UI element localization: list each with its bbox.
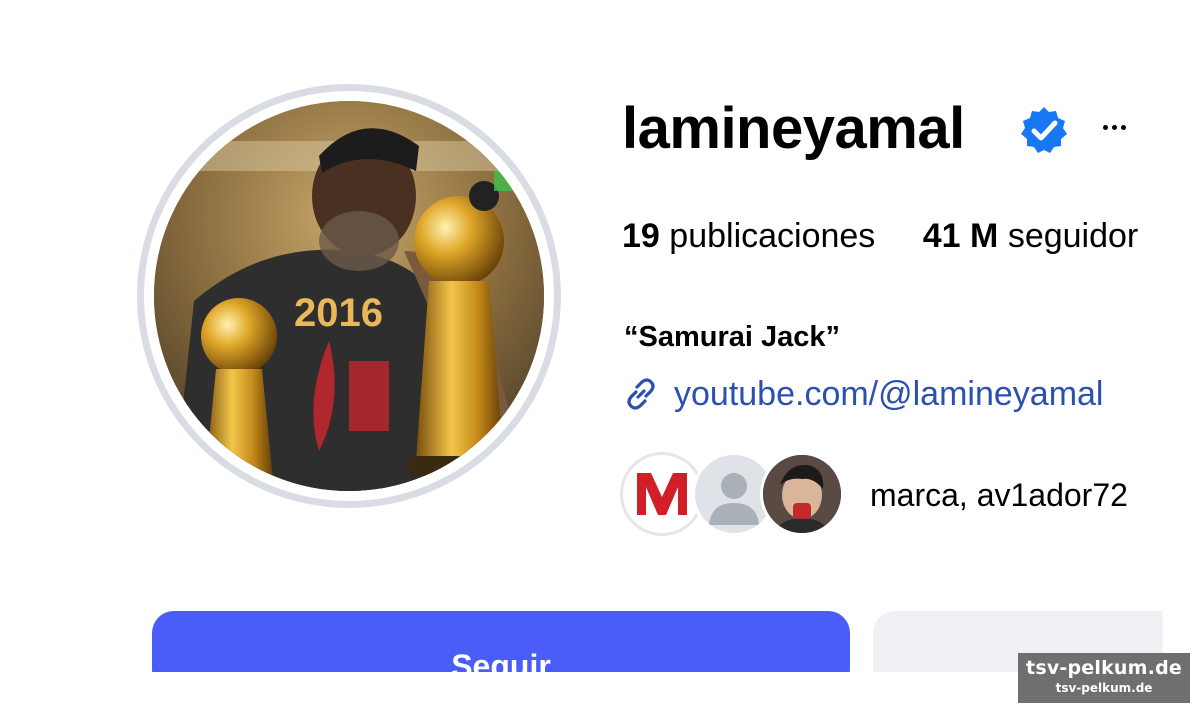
avatar-photo-illustration: 2016 xyxy=(154,101,544,491)
user-photo-avatar xyxy=(760,452,844,536)
watermark-line-2: tsv-pelkum.de xyxy=(1055,681,1153,695)
profile-avatar-photo: 2016 xyxy=(154,101,544,491)
bio-name: “Samurai Jack” xyxy=(624,321,841,353)
marca-logo xyxy=(637,473,687,515)
bio-link[interactable]: youtube.com/@lamineyamal xyxy=(622,370,1103,418)
link-icon xyxy=(627,378,655,410)
profile-avatar-ring[interactable]: 2016 xyxy=(137,84,561,508)
posts-stat[interactable]: 19 publicaciones xyxy=(622,214,875,258)
user-photo xyxy=(763,455,841,533)
followed-by-text: marca, av1ador72 xyxy=(870,477,1128,513)
page: 2016 lamineyamal 19 publicaciones 41 M s… xyxy=(0,0,1200,708)
more-dot xyxy=(1102,124,1108,130)
watermark: tsv-pelkum.de tsv-pelkum.de xyxy=(1018,653,1190,703)
shirt-print-text: 2016 xyxy=(294,291,383,335)
followers-stat[interactable]: 41 M seguidor xyxy=(923,214,1138,258)
followers-count: 41 M xyxy=(922,217,999,255)
more-dot xyxy=(1111,124,1117,130)
posts-count: 19 xyxy=(622,217,660,255)
follow-button[interactable]: Seguir xyxy=(152,611,850,672)
profile-viewport: 2016 lamineyamal 19 publicaciones 41 M s… xyxy=(0,0,1163,672)
avatar-gap: 2016 xyxy=(144,91,554,501)
watermark-line-1: tsv-pelkum.de xyxy=(1026,657,1182,679)
followers-label: seguidor xyxy=(1007,217,1139,255)
more-dot xyxy=(1120,124,1126,130)
more-options-icon[interactable] xyxy=(1094,112,1134,142)
verified-badge-icon xyxy=(1021,107,1067,153)
profile-stats: 19 publicaciones 41 M seguidor xyxy=(622,214,1138,258)
bio-link-text: youtube.com/@lamineyamal xyxy=(674,375,1104,413)
profile-username: lamineyamal xyxy=(622,96,965,161)
followed-by-row[interactable]: marca, av1ador72 xyxy=(620,452,1163,538)
posts-label: publicaciones xyxy=(669,217,876,255)
